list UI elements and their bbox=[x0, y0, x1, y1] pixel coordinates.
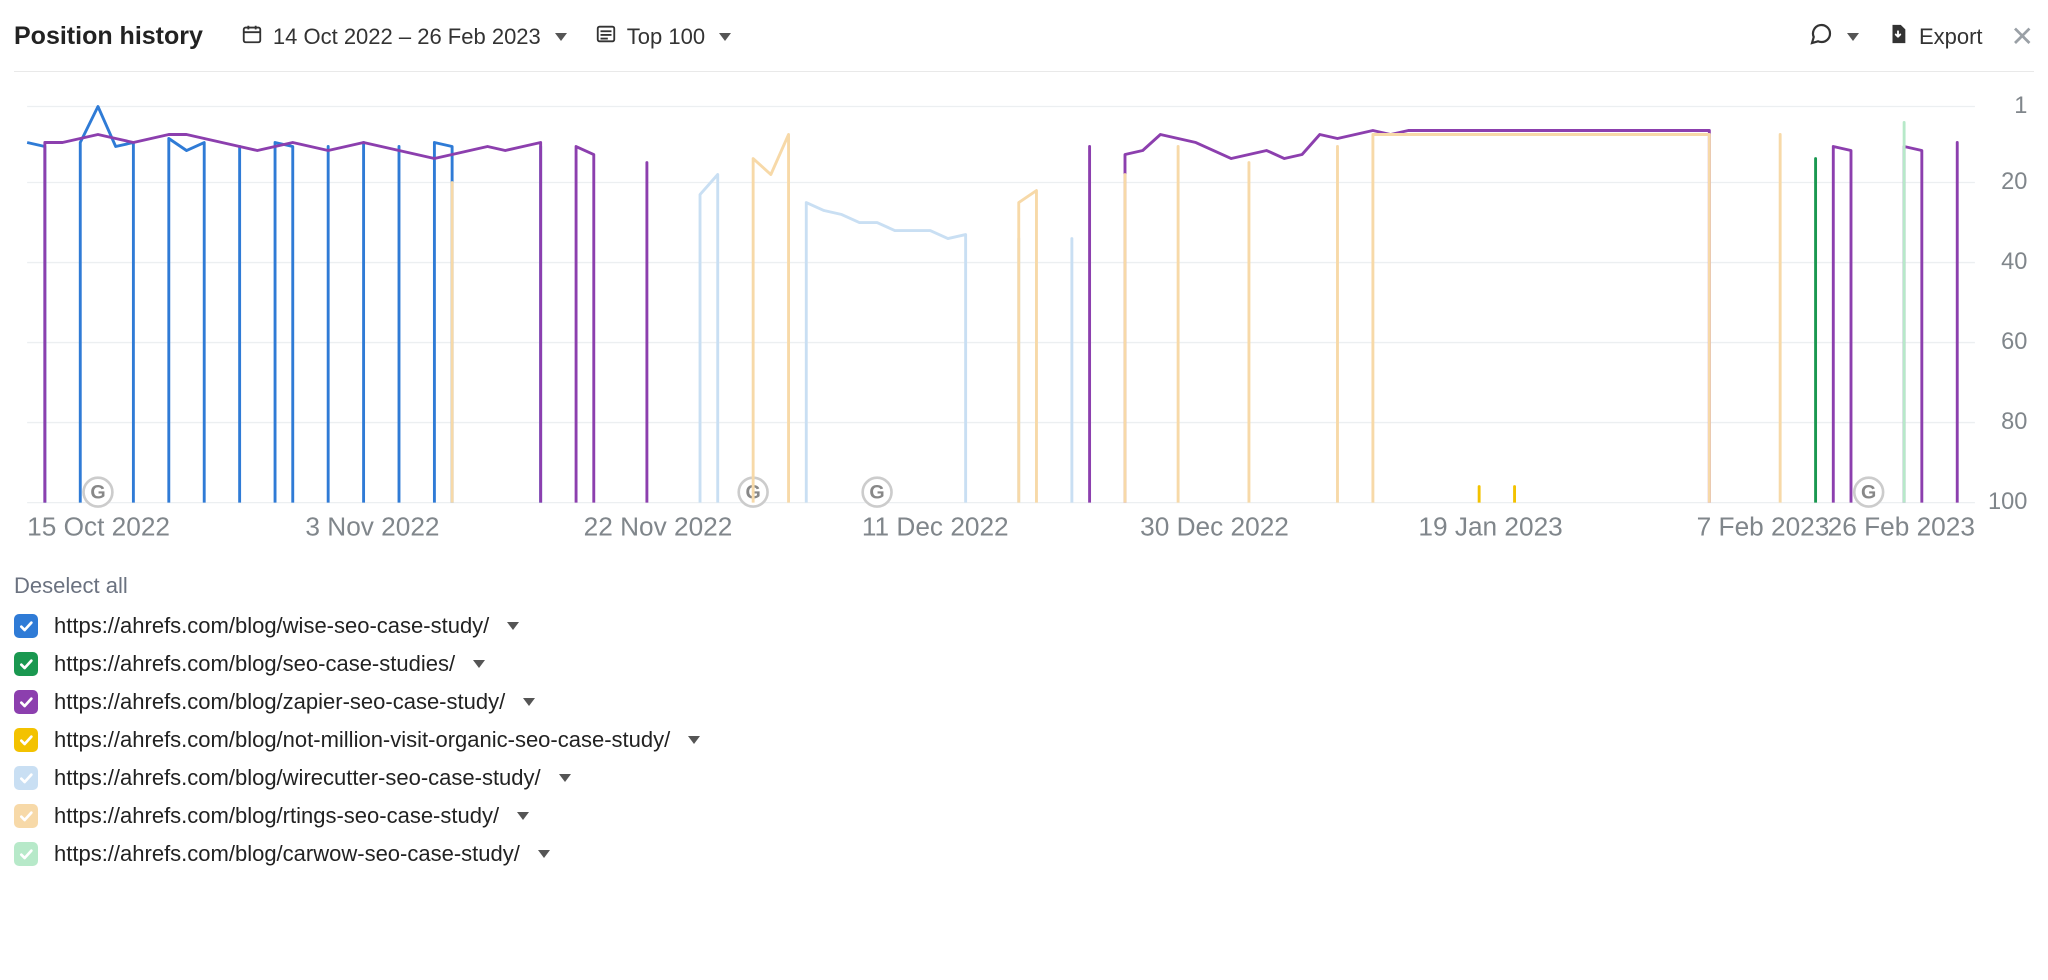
svg-text:3 Nov 2022: 3 Nov 2022 bbox=[305, 511, 439, 541]
svg-text:20: 20 bbox=[2001, 169, 2027, 195]
svg-text:G: G bbox=[90, 482, 105, 504]
chevron-down-icon bbox=[719, 33, 731, 41]
legend-item-menu[interactable] bbox=[538, 850, 550, 858]
svg-text:22 Nov 2022: 22 Nov 2022 bbox=[584, 511, 733, 541]
calendar-icon bbox=[241, 23, 263, 51]
legend-checkbox[interactable] bbox=[14, 614, 38, 638]
export-button[interactable]: Export bbox=[1887, 23, 1983, 51]
legend-checkbox[interactable] bbox=[14, 690, 38, 714]
legend-item: https://ahrefs.com/blog/zapier-seo-case-… bbox=[14, 689, 2034, 715]
google-update-badge[interactable]: G bbox=[1854, 478, 1883, 507]
legend-item-menu[interactable] bbox=[559, 774, 571, 782]
svg-text:15 Oct 2022: 15 Oct 2022 bbox=[27, 511, 170, 541]
series-wirecutter-seo-case-study bbox=[806, 203, 965, 503]
svg-text:60: 60 bbox=[2001, 329, 2027, 355]
chevron-down-icon bbox=[1847, 33, 1859, 41]
legend-item: https://ahrefs.com/blog/wise-seo-case-st… bbox=[14, 613, 2034, 639]
svg-text:1: 1 bbox=[2014, 96, 2027, 119]
series-rtings-seo-case-study bbox=[1019, 191, 1037, 503]
comment-icon bbox=[1809, 22, 1833, 52]
series-wise-seo-case-study bbox=[169, 139, 204, 503]
legend-checkbox[interactable] bbox=[14, 652, 38, 676]
legend-url: https://ahrefs.com/blog/wirecutter-seo-c… bbox=[54, 765, 541, 791]
series-rtings-seo-case-study bbox=[753, 135, 788, 503]
series-rtings-seo-case-study bbox=[1373, 135, 1709, 503]
chevron-down-icon bbox=[555, 33, 567, 41]
series-zapier-seo-case-study bbox=[1125, 131, 1709, 503]
legend-item-menu[interactable] bbox=[688, 736, 700, 744]
series-zapier-seo-case-study bbox=[1904, 147, 1922, 503]
legend-item: https://ahrefs.com/blog/carwow-seo-case-… bbox=[14, 841, 2034, 867]
legend-checkbox[interactable] bbox=[14, 728, 38, 752]
toolbar: Position history 14 Oct 2022 – 26 Feb 20… bbox=[14, 14, 2034, 72]
series-zapier-seo-case-study bbox=[1833, 147, 1851, 503]
legend-url: https://ahrefs.com/blog/zapier-seo-case-… bbox=[54, 689, 505, 715]
series-zapier-seo-case-study bbox=[576, 147, 594, 503]
legend-item: https://ahrefs.com/blog/wirecutter-seo-c… bbox=[14, 765, 2034, 791]
legend-url: https://ahrefs.com/blog/seo-case-studies… bbox=[54, 651, 455, 677]
export-label: Export bbox=[1919, 24, 1983, 50]
legend-item-menu[interactable] bbox=[523, 698, 535, 706]
download-icon bbox=[1887, 23, 1909, 51]
legend-list: https://ahrefs.com/blog/wise-seo-case-st… bbox=[14, 613, 2034, 867]
svg-text:80: 80 bbox=[2001, 409, 2027, 435]
legend-item: https://ahrefs.com/blog/seo-case-studies… bbox=[14, 651, 2034, 677]
google-update-badge[interactable]: G bbox=[863, 478, 892, 507]
series-wise-seo-case-study bbox=[27, 143, 45, 503]
svg-text:100: 100 bbox=[1988, 489, 2027, 515]
svg-text:7 Feb 2023: 7 Feb 2023 bbox=[1697, 511, 1830, 541]
series-wise-seo-case-study bbox=[275, 143, 293, 503]
svg-text:40: 40 bbox=[2001, 249, 2027, 275]
svg-text:G: G bbox=[869, 482, 884, 504]
comments-button[interactable] bbox=[1809, 22, 1859, 52]
svg-text:19 Jan 2023: 19 Jan 2023 bbox=[1418, 511, 1562, 541]
legend-checkbox[interactable] bbox=[14, 766, 38, 790]
position-history-chart: 1 20 40 60 80 100 15 Oct 2022 3 Nov 2022 22 Nov … bbox=[14, 96, 2034, 555]
legend-checkbox[interactable] bbox=[14, 804, 38, 828]
page-title: Position history bbox=[14, 22, 203, 51]
svg-text:G: G bbox=[1861, 482, 1876, 504]
legend-item-menu[interactable] bbox=[517, 812, 529, 820]
google-update-badge[interactable]: G bbox=[84, 478, 113, 507]
series-wise-seo-case-study bbox=[80, 106, 133, 502]
legend-url: https://ahrefs.com/blog/wise-seo-case-st… bbox=[54, 613, 489, 639]
legend-url: https://ahrefs.com/blog/not-million-visi… bbox=[54, 727, 670, 753]
close-button[interactable]: ✕ bbox=[2011, 20, 2034, 53]
series-wirecutter-seo-case-study bbox=[700, 175, 718, 503]
scope-label: Top 100 bbox=[627, 24, 705, 50]
svg-text:30 Dec 2022: 30 Dec 2022 bbox=[1140, 511, 1289, 541]
legend-url: https://ahrefs.com/blog/carwow-seo-case-… bbox=[54, 841, 520, 867]
legend-item: https://ahrefs.com/blog/rtings-seo-case-… bbox=[14, 803, 2034, 829]
chart-svg: 1 20 40 60 80 100 15 Oct 2022 3 Nov 2022 22 Nov … bbox=[14, 96, 2034, 555]
series-wise-seo-case-study bbox=[434, 143, 452, 503]
legend-item-menu[interactable] bbox=[473, 660, 485, 668]
legend-url: https://ahrefs.com/blog/rtings-seo-case-… bbox=[54, 803, 499, 829]
legend-checkbox[interactable] bbox=[14, 842, 38, 866]
svg-text:11 Dec 2022: 11 Dec 2022 bbox=[862, 511, 1009, 541]
deselect-all-button[interactable]: Deselect all bbox=[14, 573, 2034, 599]
legend-item: https://ahrefs.com/blog/not-million-visi… bbox=[14, 727, 2034, 753]
list-icon bbox=[595, 23, 617, 51]
legend-item-menu[interactable] bbox=[507, 622, 519, 630]
svg-text:26 Feb 2023: 26 Feb 2023 bbox=[1828, 511, 1975, 541]
date-range-label: 14 Oct 2022 – 26 Feb 2023 bbox=[273, 24, 541, 50]
scope-picker[interactable]: Top 100 bbox=[595, 23, 731, 51]
date-range-picker[interactable]: 14 Oct 2022 – 26 Feb 2023 bbox=[241, 23, 567, 51]
